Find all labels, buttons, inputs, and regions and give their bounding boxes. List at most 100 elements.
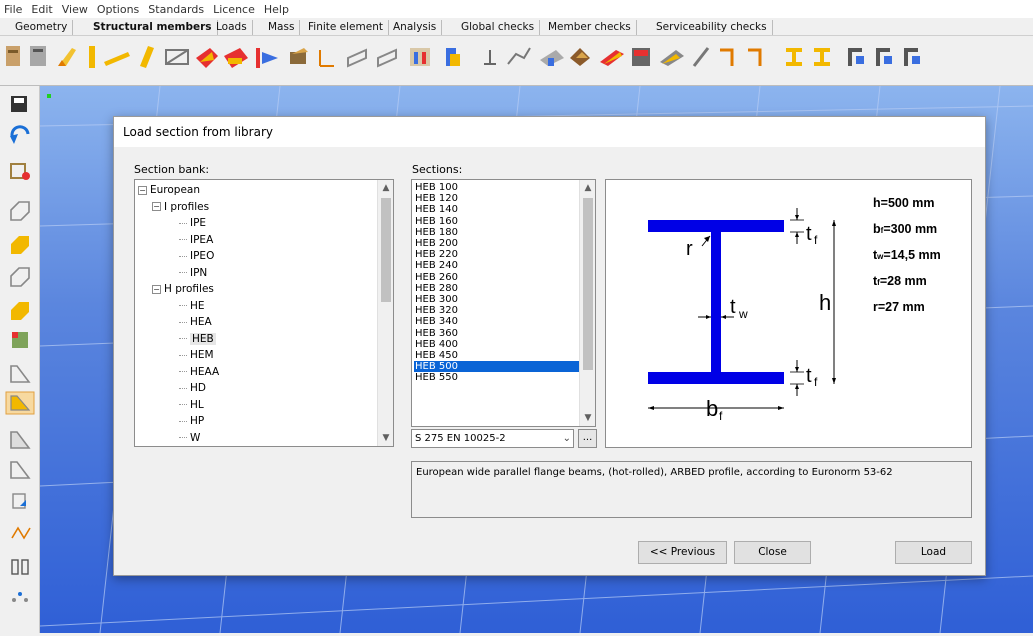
tree-item-he[interactable]: HE xyxy=(179,298,205,314)
collapse-icon[interactable]: − xyxy=(138,185,147,195)
tw-label: t xyxy=(730,296,736,318)
tree-item-w[interactable]: W xyxy=(179,430,200,446)
tab-finite-element[interactable]: Finite element xyxy=(303,20,389,35)
close-button[interactable]: Close xyxy=(734,541,811,564)
origin-marker xyxy=(47,94,51,98)
tab-analysis[interactable]: Analysis xyxy=(388,20,443,35)
menu-licence[interactable]: Licence xyxy=(213,3,255,16)
section-item-heb-260[interactable]: HEB 260 xyxy=(414,272,579,283)
section-item-heb-550[interactable]: HEB 550 xyxy=(414,372,579,383)
collapse-icon[interactable]: − xyxy=(152,202,161,211)
tree-item-label: HL xyxy=(190,398,204,411)
copy-icon xyxy=(12,493,26,509)
tool-icon-22 xyxy=(632,48,650,66)
load-section-dialog: Load section from library Section bank: … xyxy=(113,116,986,576)
shape-icon-2 xyxy=(5,391,35,415)
section-item-heb-160[interactable]: HEB 160 xyxy=(414,216,579,227)
section-item-heb-360[interactable]: HEB 360 xyxy=(414,328,579,339)
tree-item-label: HD xyxy=(190,382,206,394)
tree-item-ipea[interactable]: IPEA xyxy=(179,232,213,248)
tool-icon-25 xyxy=(720,48,734,66)
sections-scroll-down[interactable]: ▼ xyxy=(580,410,595,426)
section-item-heb-340[interactable]: HEB 340 xyxy=(414,316,579,327)
tree-item-hl[interactable]: HL xyxy=(179,397,204,413)
tab-loads[interactable]: Loads xyxy=(211,20,253,35)
tool-icon-24 xyxy=(692,47,710,67)
tree-connector xyxy=(179,222,187,224)
section-item-heb-180[interactable]: HEB 180 xyxy=(414,227,579,238)
section-item-heb-280[interactable]: HEB 280 xyxy=(414,283,579,294)
tree-item-ipeo[interactable]: IPEO xyxy=(179,248,214,264)
tool-icon-8 xyxy=(196,48,218,68)
tree-item-european[interactable]: − European xyxy=(138,182,200,198)
section-bank-label: Section bank: xyxy=(134,163,210,176)
tool-icon-31 xyxy=(904,48,920,66)
dialog-title: Load section from library xyxy=(123,125,273,139)
tree-connector xyxy=(179,255,187,257)
tree-item-ipn[interactable]: IPN xyxy=(179,265,207,281)
collapse-icon[interactable]: − xyxy=(152,284,161,294)
tab-geometry[interactable]: Geometry xyxy=(10,20,74,35)
previous-button[interactable]: << Previous xyxy=(638,541,727,564)
left-toolbar-icons[interactable] xyxy=(0,86,40,633)
section-item-heb-320[interactable]: HEB 320 xyxy=(414,305,579,316)
sections-list[interactable]: HEB 550 HEB 500 HEB 450 HEB 400 HEB 360 HEB 3… xyxy=(411,179,596,427)
menu-edit[interactable]: Edit xyxy=(31,3,52,16)
tree-scrollbar[interactable]: ▲ ▼ xyxy=(377,180,393,446)
section-preview: r t w t f h t f b f h=500 mm bf=300 mm t… xyxy=(605,179,972,448)
tab-structural-members[interactable]: Structural members xyxy=(88,20,218,35)
tree-item-heaa[interactable]: HEAA xyxy=(179,364,219,380)
tree-item-ipe[interactable]: IPE xyxy=(179,215,206,231)
section-item-heb-120[interactable]: HEB 120 xyxy=(414,193,579,204)
shape-icon-4 xyxy=(10,461,31,479)
sections-scrollbar[interactable]: ▲ ▼ xyxy=(579,180,595,426)
shape-icon-3 xyxy=(10,431,31,449)
section-item-heb-450[interactable]: HEB 450 xyxy=(414,350,579,361)
section-item-heb-300[interactable]: HEB 300 xyxy=(414,294,579,305)
property-0: h=500 mm xyxy=(873,196,935,210)
sections-scroll-thumb[interactable] xyxy=(583,198,593,370)
tab-global-checks[interactable]: Global checks xyxy=(456,20,541,35)
tool-icon-18 xyxy=(507,47,531,65)
load-button[interactable]: Load xyxy=(895,541,972,564)
section-item-heb-100[interactable]: HEB 100 xyxy=(414,182,579,193)
tree-item-hp[interactable]: HP xyxy=(179,413,204,429)
tree-item-i-profiles[interactable]: − I profiles xyxy=(152,199,209,215)
section-item-heb-200[interactable]: HEB 200 xyxy=(414,238,579,249)
tree-item-label: HEM xyxy=(190,349,214,361)
section-item-heb-500[interactable]: HEB 500 xyxy=(414,361,579,373)
bf-sub: f xyxy=(719,409,723,423)
toolbar-icons[interactable] xyxy=(0,36,1033,86)
material-select[interactable]: S 275 EN 10025-2 ⌄ xyxy=(411,429,574,448)
tree-item-heb[interactable]: HEB xyxy=(179,331,216,347)
menu-help[interactable]: Help xyxy=(264,3,289,16)
section-item-heb-220[interactable]: HEB 220 xyxy=(414,249,579,260)
tree-scroll-thumb[interactable] xyxy=(381,198,391,302)
menu-view[interactable]: View xyxy=(62,3,88,16)
tree-scroll-up[interactable]: ▲ xyxy=(378,180,393,196)
section-bank-tree[interactable]: W HP HL HD HEAA HEM HEB HEA HE − H profiles IPN IPEO… xyxy=(134,179,394,447)
box-fill-icon-1 xyxy=(11,236,29,254)
menu-file[interactable]: File xyxy=(4,3,22,16)
section-item-heb-140[interactable]: HEB 140 xyxy=(414,204,579,215)
tab-member-checks[interactable]: Member checks xyxy=(543,20,637,35)
menu-options[interactable]: Options xyxy=(97,3,139,16)
tool-icon-5 xyxy=(104,52,130,66)
tool-icon-1 xyxy=(6,46,20,66)
section-item-heb-240[interactable]: HEB 240 xyxy=(414,260,579,271)
tree-item-h-profiles[interactable]: − H profiles xyxy=(152,281,214,297)
tab-mass[interactable]: Mass xyxy=(263,20,301,35)
material-browse-button[interactable]: ... xyxy=(578,429,597,448)
tool-icon-9 xyxy=(224,48,248,68)
node-icon xyxy=(10,163,30,180)
tab-serviceability-checks[interactable]: Serviceability checks xyxy=(651,20,773,35)
tool-icon-29 xyxy=(848,48,864,66)
tree-item-hem[interactable]: HEM xyxy=(179,347,214,363)
tree-item-hd[interactable]: HD xyxy=(179,380,206,396)
tree-item-hea[interactable]: HEA xyxy=(179,314,212,330)
section-item-heb-400[interactable]: HEB 400 xyxy=(414,339,579,350)
tree-scroll-down[interactable]: ▼ xyxy=(378,430,393,446)
menu-standards[interactable]: Standards xyxy=(148,3,204,16)
sections-scroll-up[interactable]: ▲ xyxy=(580,180,595,196)
tool-icon-15 xyxy=(410,48,430,66)
